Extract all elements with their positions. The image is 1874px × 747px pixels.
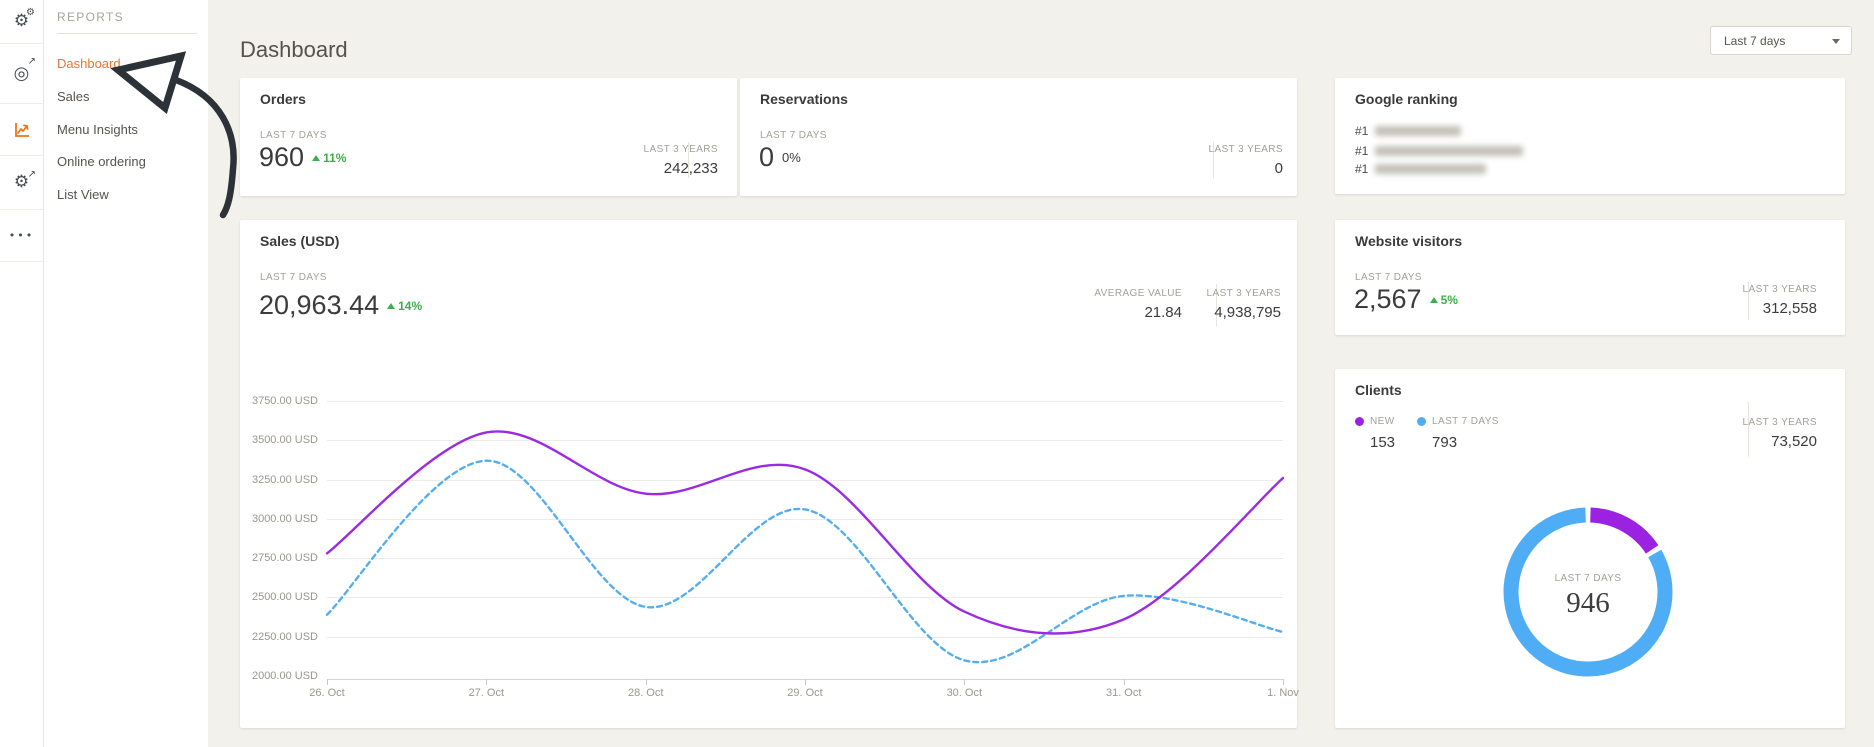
- sidebar-rail-automation[interactable]: ⚙ ↗: [0, 156, 43, 210]
- sidebar-item-online-ordering[interactable]: Online ordering: [57, 154, 146, 169]
- y-axis-label: 2500.00 USD: [240, 591, 318, 603]
- visitors-value-row: 2,567 5%: [1354, 284, 1458, 315]
- orders-compare-label: LAST 3 YEARS: [644, 144, 718, 155]
- x-axis-label: 28. Oct: [606, 687, 686, 699]
- sales-line-last-7-days: [327, 431, 1283, 633]
- orders-value: 960: [259, 142, 304, 173]
- legend-value-last7: 793: [1432, 434, 1499, 451]
- x-axis-label: 27. Oct: [446, 687, 526, 699]
- reservations-compare-block: LAST 3 YEARS 0: [1209, 144, 1283, 177]
- reservations-compare-label: LAST 3 YEARS: [1209, 144, 1283, 155]
- visitors-value: 2,567: [1354, 284, 1422, 315]
- ranking-entry: #1: [1355, 143, 1523, 159]
- reservations-compare-value: 0: [1209, 160, 1283, 177]
- sidebar-rail-settings[interactable]: ⚙ ⚙: [0, 0, 43, 44]
- visitors-compare-label: LAST 3 YEARS: [1743, 284, 1817, 295]
- blurred-keyword: [1375, 126, 1461, 136]
- clients-card-title: Clients: [1355, 382, 1402, 398]
- reports-menu-panel: REPORTS Dashboard Sales Menu Insights On…: [44, 0, 208, 747]
- sales-lines-svg: [327, 395, 1283, 685]
- y-axis-label: 3000.00 USD: [240, 513, 318, 525]
- x-axis-label: 31. Oct: [1084, 687, 1164, 699]
- blurred-keyword: [1375, 146, 1523, 156]
- y-axis-label: 2000.00 USD: [240, 670, 318, 682]
- reservations-value-row: 0 0%: [759, 142, 801, 173]
- sidebar-rail-goals[interactable]: ◎ ↗: [0, 44, 43, 104]
- google-ranking-card: Google ranking #1 #1 #1: [1335, 78, 1845, 194]
- axis-tick: [1283, 679, 1284, 685]
- sidebar-rail-reports-active[interactable]: [0, 104, 43, 156]
- clients-donut-chart: [1503, 507, 1673, 677]
- orders-period-label: LAST 7 DAYS: [260, 130, 327, 141]
- orders-compare-block: LAST 3 YEARS 242,233: [644, 144, 718, 177]
- clients-card: Clients NEW 153 LAST 7 DAYS 793 LAST 3 Y…: [1335, 369, 1845, 728]
- clients-compare-label: LAST 3 YEARS: [1743, 417, 1817, 428]
- google-ranking-title: Google ranking: [1355, 91, 1458, 107]
- settings-gear-small-icon: ⚙: [26, 8, 35, 18]
- up-triangle-icon: [1430, 297, 1438, 303]
- reservations-card: Reservations LAST 7 DAYS 0 0% LAST 3 YEA…: [740, 78, 1297, 196]
- line-chart-icon: [13, 121, 31, 139]
- chevron-down-icon: [1832, 39, 1840, 44]
- legend-item-new: NEW 153: [1355, 416, 1395, 451]
- sidebar-item-menu-insights[interactable]: Menu Insights: [57, 122, 138, 137]
- blurred-keyword: [1375, 164, 1486, 174]
- clients-legend: NEW 153 LAST 7 DAYS 793: [1355, 416, 1499, 451]
- visitors-compare-value: 312,558: [1743, 300, 1817, 317]
- visitors-compare-block: LAST 3 YEARS 312,558: [1743, 284, 1817, 317]
- sidebar-item-list-view[interactable]: List View: [57, 187, 109, 202]
- sidebar-rail-more[interactable]: •••: [0, 210, 43, 262]
- x-axis-label: 26. Oct: [287, 687, 367, 699]
- ranking-entry: #1: [1355, 161, 1486, 177]
- reservations-card-title: Reservations: [760, 91, 848, 107]
- visitors-delta: 5%: [1430, 293, 1458, 307]
- date-range-value: Last 7 days: [1724, 34, 1785, 48]
- menu-section-title: REPORTS: [57, 10, 124, 24]
- automation-arrow-icon: ↗: [28, 170, 36, 180]
- y-axis-label: 3250.00 USD: [240, 474, 318, 486]
- clients-compare-value: 73,520: [1743, 433, 1817, 450]
- y-axis-label: 2250.00 USD: [240, 631, 318, 643]
- legend-label-last7: LAST 7 DAYS: [1432, 416, 1499, 427]
- x-axis-label: 30. Oct: [924, 687, 1004, 699]
- clients-compare-block: LAST 3 YEARS 73,520: [1743, 417, 1817, 450]
- website-visitors-card: Website visitors LAST 7 DAYS 2,567 5% LA…: [1335, 220, 1845, 335]
- icon-rail: ⚙ ⚙ ◎ ↗ ⚙ ↗ •••: [0, 0, 44, 747]
- reservations-period-label: LAST 7 DAYS: [760, 130, 827, 141]
- reservations-value: 0: [759, 142, 774, 173]
- x-axis-label: 29. Oct: [765, 687, 845, 699]
- sales-line-previous-period: [327, 461, 1283, 662]
- page-title: Dashboard: [240, 37, 348, 63]
- more-dots-icon: •••: [9, 229, 34, 242]
- y-axis-label: 2750.00 USD: [240, 552, 318, 564]
- y-axis-label: 3750.00 USD: [240, 395, 318, 407]
- orders-card-title: Orders: [260, 91, 306, 107]
- target-arrow-icon: ↗: [28, 57, 36, 67]
- donut-segment-new: [1590, 515, 1652, 549]
- target-icon: ◎: [14, 65, 30, 83]
- last7-dot-icon: [1417, 417, 1426, 426]
- x-axis-label: 1. Nov: [1243, 687, 1323, 699]
- new-dot-icon: [1355, 417, 1364, 426]
- sidebar-item-dashboard[interactable]: Dashboard: [57, 56, 121, 71]
- sales-line-chart: 2000.00 USD 2250.00 USD 2500.00 USD 2750.00…: [240, 220, 1297, 728]
- legend-label-new: NEW: [1370, 416, 1395, 427]
- visitors-period-label: LAST 7 DAYS: [1355, 272, 1422, 283]
- reservations-delta: 0%: [782, 150, 801, 165]
- visitors-card-title: Website visitors: [1355, 233, 1462, 249]
- sidebar-item-sales[interactable]: Sales: [57, 89, 90, 104]
- up-triangle-icon: [312, 155, 320, 161]
- y-axis-label: 3500.00 USD: [240, 434, 318, 446]
- orders-compare-value: 242,233: [644, 160, 718, 177]
- date-range-dropdown[interactable]: Last 7 days: [1710, 26, 1852, 55]
- orders-delta: 11%: [312, 151, 346, 165]
- sales-card: Sales (USD) LAST 7 DAYS 20,963.44 14% AV…: [240, 220, 1297, 728]
- legend-item-last7: LAST 7 DAYS 793: [1417, 416, 1499, 451]
- orders-card: Orders LAST 7 DAYS 960 11% LAST 3 YEARS …: [240, 78, 737, 196]
- ranking-entry: #1: [1355, 123, 1461, 139]
- legend-value-new: 153: [1370, 434, 1395, 451]
- menu-divider: [57, 33, 197, 34]
- orders-value-row: 960 11%: [259, 142, 346, 173]
